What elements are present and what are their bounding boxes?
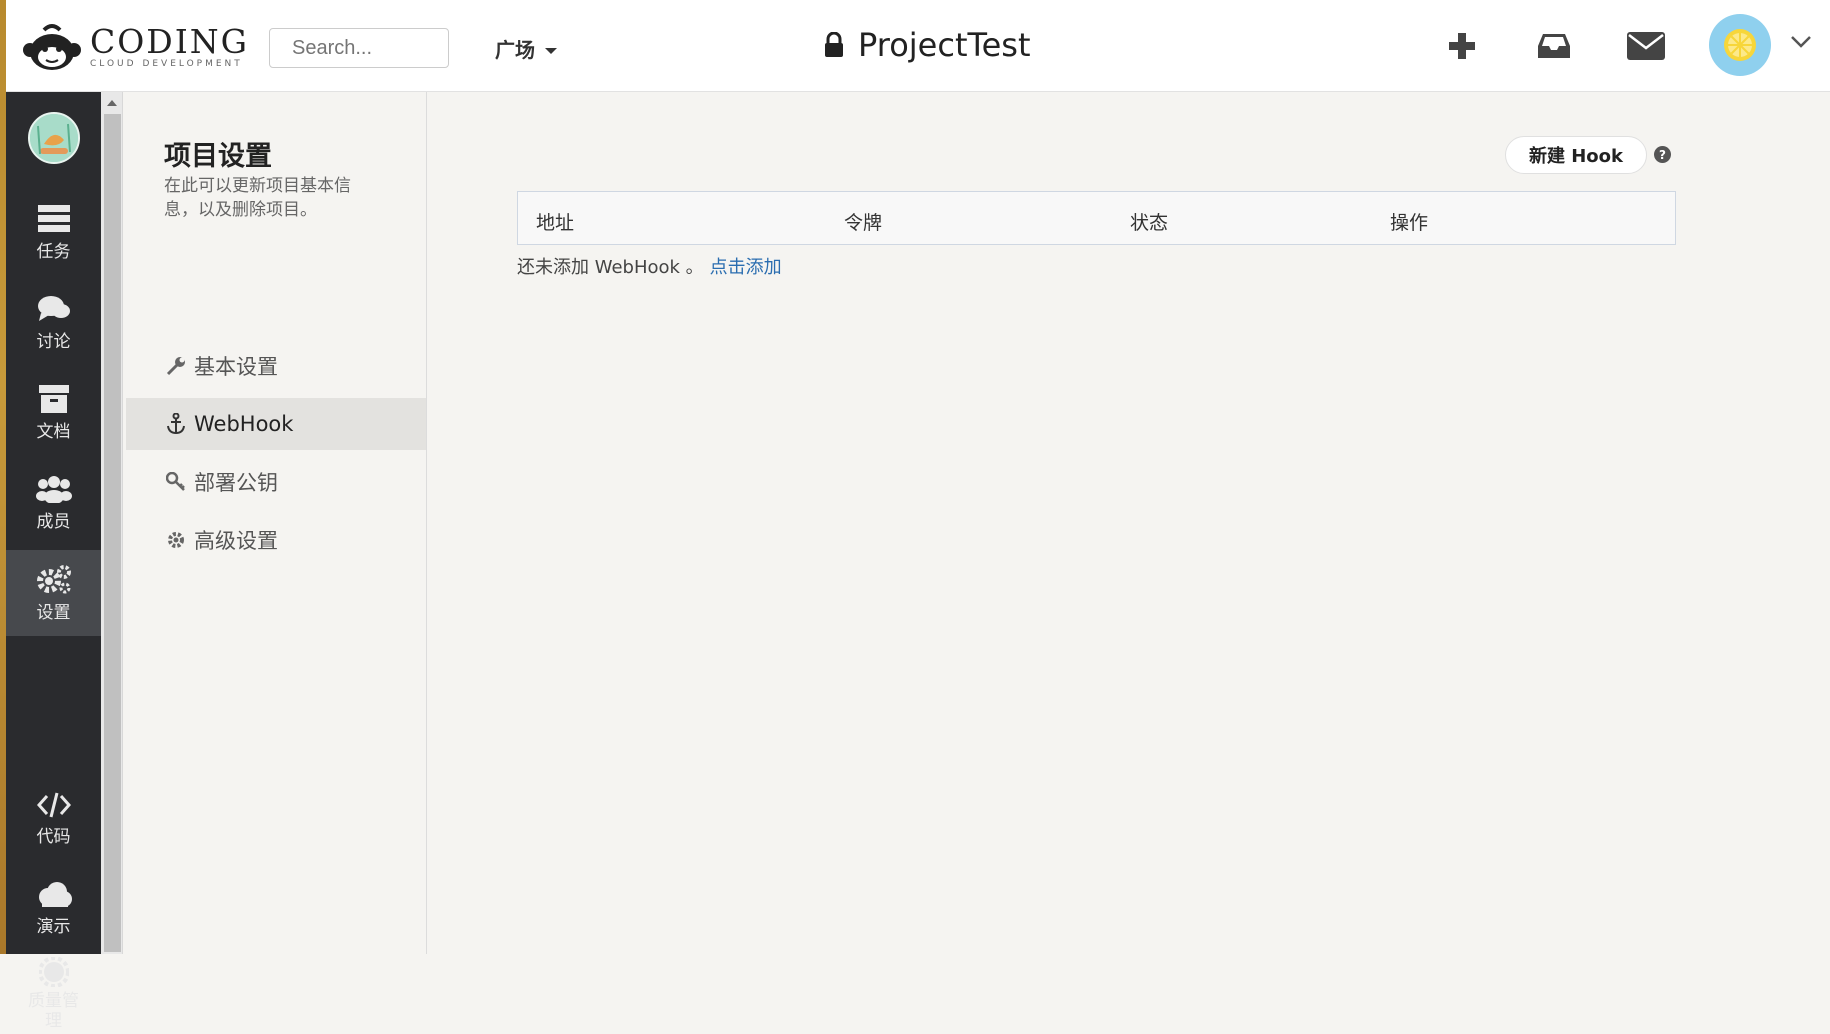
sidebar-item-tasks[interactable]: 任务: [6, 190, 101, 276]
lemon-avatar-icon: [1724, 29, 1756, 61]
settings-icon: [36, 564, 71, 593]
sidebar-item-label: 质量管理: [28, 991, 79, 1031]
scroll-thumb[interactable]: [104, 114, 121, 952]
user-avatar[interactable]: [1709, 14, 1771, 76]
sidebar-item-members[interactable]: 成员: [6, 460, 101, 546]
sidebar-item-code[interactable]: 代码: [6, 776, 101, 862]
logo-word: CODING: [90, 21, 250, 61]
empty-state-text: 还未添加 WebHook 。: [517, 257, 704, 278]
sidebar-item-docs[interactable]: 文档: [6, 370, 101, 456]
sidebar-item-label: 成员: [36, 511, 71, 532]
sidebar-item-label: 任务: [36, 241, 71, 262]
sidebar-item-discussion[interactable]: 讨论: [6, 280, 101, 366]
monkey-logo-icon: [22, 22, 82, 72]
logo-subtitle: CLOUD DEVELOPMENT: [90, 58, 243, 69]
settings-nav: 项目设置 在此可以更新项目基本信息，以及删除项目。 基本设置 WebHook 部…: [124, 92, 427, 954]
nav-item-label: 部署公钥: [194, 471, 278, 495]
webhook-table: 地址 令牌 状态 操作: [517, 191, 1676, 245]
wrench-icon: [166, 357, 185, 376]
cloud-icon: [38, 881, 72, 907]
nav-item-label: 高级设置: [194, 529, 278, 553]
sidebar-item-demo[interactable]: 演示: [6, 866, 101, 952]
sidebar-item-quality[interactable]: 质量管理: [6, 954, 101, 1034]
plaza-dropdown[interactable]: 广场: [495, 34, 557, 63]
column-header-address: 地址: [536, 212, 575, 234]
discussion-icon: [37, 295, 70, 321]
sidebar-item-label: 讨论: [36, 331, 71, 352]
plus-icon[interactable]: [1440, 24, 1484, 68]
settings-description: 在此可以更新项目基本信息，以及删除项目。: [164, 176, 351, 220]
project-title-text: ProjectTest: [858, 26, 1031, 64]
chevron-down-icon[interactable]: [1790, 34, 1812, 53]
inbox-icon[interactable]: [1532, 24, 1576, 68]
nav-webhook[interactable]: WebHook: [126, 398, 426, 450]
project-avatar[interactable]: [28, 112, 80, 164]
plaza-label: 广场: [495, 38, 535, 62]
settings-title: 项目设置: [164, 141, 272, 172]
sidebar-item-label: 设置: [36, 602, 71, 623]
nav-item-label: 基本设置: [194, 355, 278, 379]
sidebar-item-label: 文档: [36, 421, 71, 442]
caret-down-icon: [545, 47, 557, 54]
nav-deploy-keys[interactable]: 部署公钥: [126, 456, 426, 508]
project-title: ProjectTest: [824, 26, 1031, 64]
nav-item-label: WebHook: [194, 412, 294, 436]
docs-icon: [38, 384, 69, 413]
add-webhook-link[interactable]: 点击添加: [710, 257, 782, 278]
project-sidebar: 任务 讨论 文档 成员 设置 代码 演示 质量管理: [6, 92, 101, 1031]
members-icon: [35, 475, 72, 503]
column-header-actions: 操作: [1390, 212, 1429, 234]
scroll-up-arrow-icon[interactable]: [107, 100, 117, 106]
key-icon: [166, 472, 185, 491]
mail-icon[interactable]: [1624, 24, 1668, 68]
quality-icon: [38, 957, 69, 987]
lock-icon: [825, 32, 843, 57]
tasks-icon: [37, 204, 70, 232]
sidebar-item-settings[interactable]: 设置: [6, 550, 101, 636]
main-content: 新建 Hook ? 地址 令牌 状态 操作 还未添加 WebHook 。点击添加: [428, 92, 1830, 954]
search-input[interactable]: [269, 28, 449, 68]
nav-advanced-settings[interactable]: 高级设置: [126, 514, 426, 566]
sidebar-item-label: 代码: [36, 826, 71, 847]
column-header-status: 状态: [1130, 212, 1169, 234]
top-bar: CODING CLOUD DEVELOPMENT 广场 ProjectTest: [6, 0, 1830, 92]
help-icon[interactable]: ?: [1654, 146, 1671, 163]
anchor-icon: [167, 413, 185, 435]
column-header-token: 令牌: [844, 212, 883, 234]
gear-icon: [168, 532, 184, 548]
new-hook-button[interactable]: 新建 Hook: [1505, 136, 1647, 174]
sidebar-scrollbar[interactable]: [101, 92, 123, 954]
nav-basic-settings[interactable]: 基本设置: [126, 340, 426, 392]
sidebar-item-label: 演示: [36, 916, 71, 937]
coding-logo[interactable]: CODING CLOUD DEVELOPMENT: [22, 22, 249, 72]
code-icon: [36, 792, 71, 817]
empty-state: 还未添加 WebHook 。点击添加: [517, 253, 782, 279]
